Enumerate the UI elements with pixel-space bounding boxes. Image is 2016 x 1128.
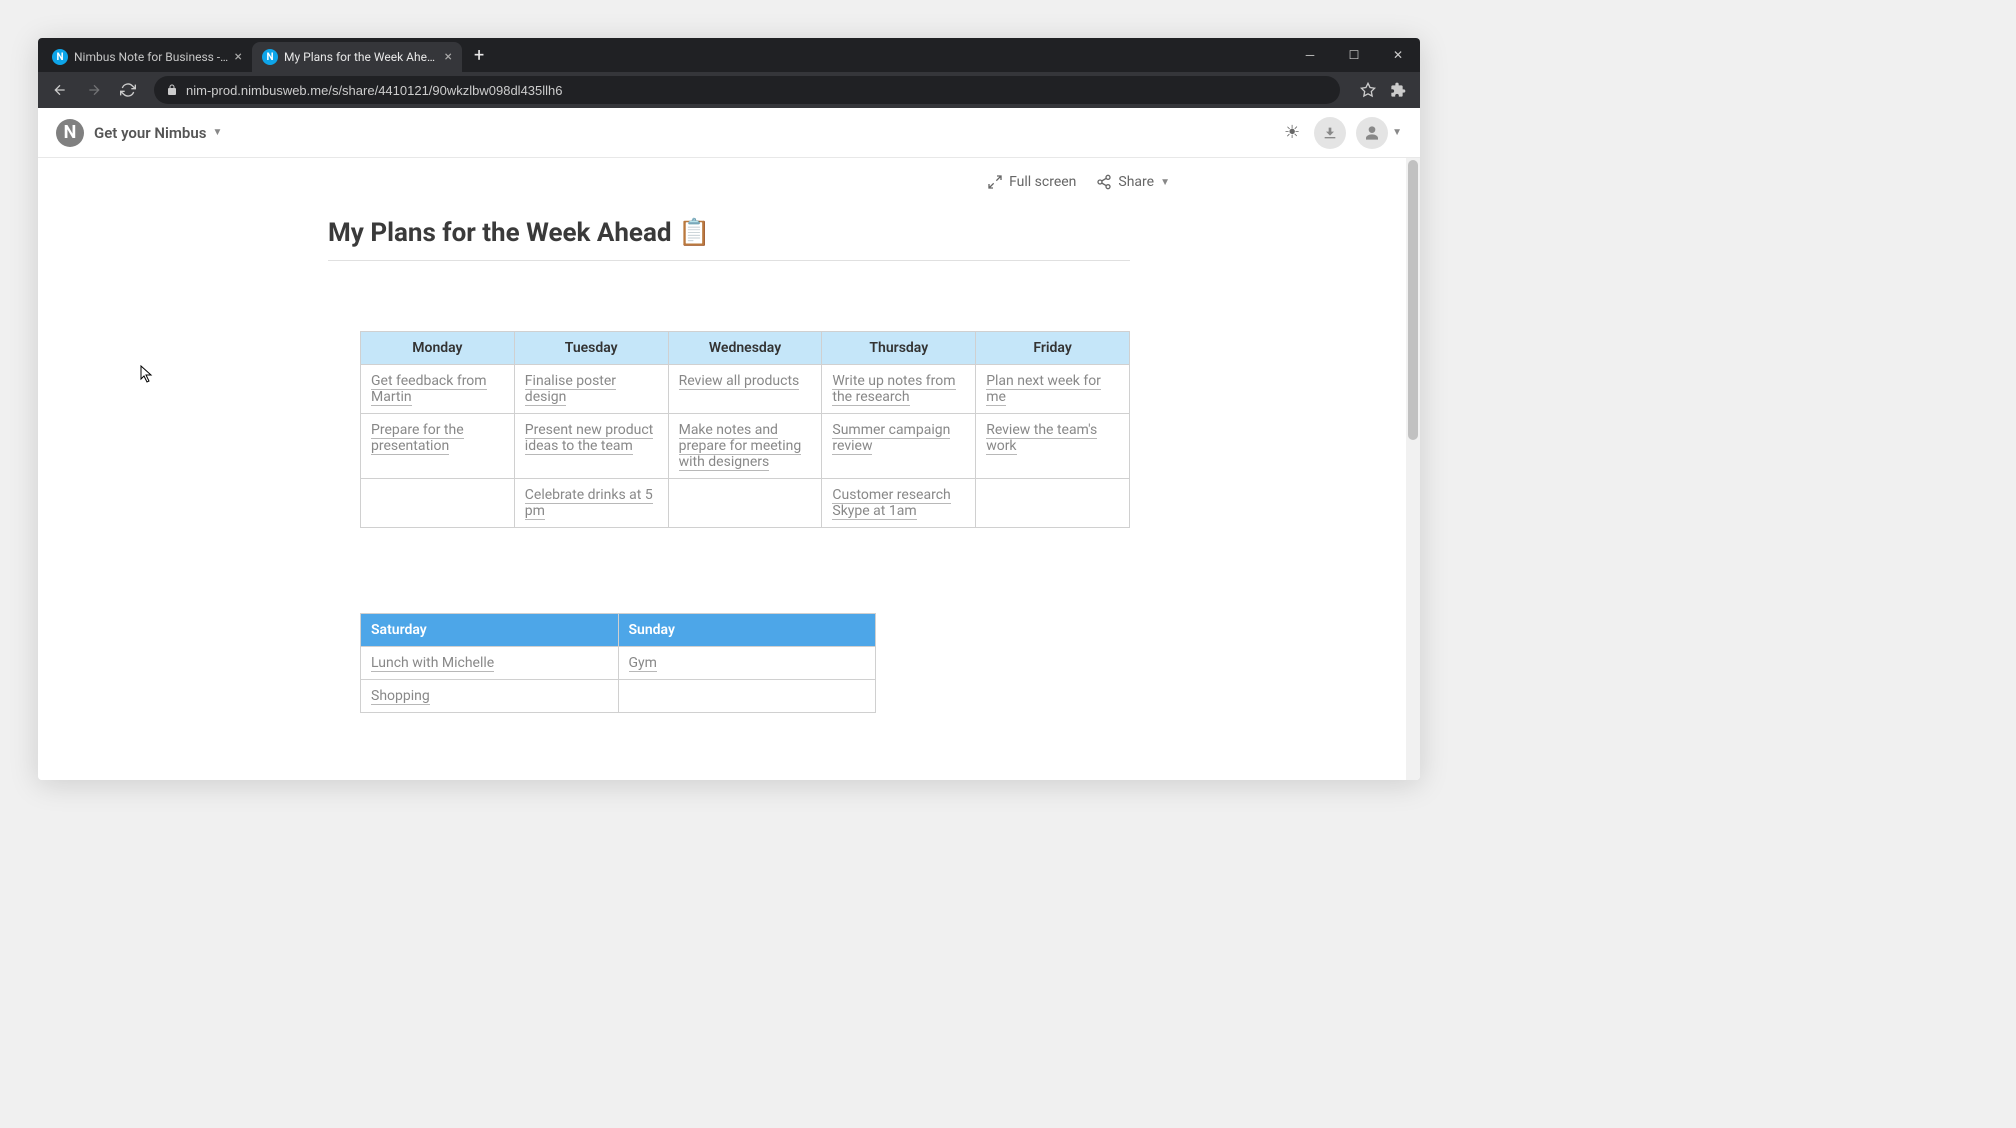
scrollbar-thumb[interactable]	[1408, 160, 1418, 440]
nav-bar: nim-prod.nimbusweb.me/s/share/4410121/90…	[38, 72, 1420, 108]
minimize-button[interactable]: ─	[1288, 38, 1332, 72]
close-icon[interactable]: ×	[445, 50, 452, 64]
column-header: Saturday	[361, 614, 619, 647]
table-cell[interactable]	[361, 479, 515, 528]
table-cell[interactable]: Plan next week for me	[976, 365, 1130, 414]
maximize-button[interactable]: ☐	[1332, 38, 1376, 72]
new-tab-button[interactable]: +	[462, 45, 496, 66]
table-cell[interactable]: Summer campaign review	[822, 414, 976, 479]
column-header: Wednesday	[668, 332, 822, 365]
back-button[interactable]	[46, 76, 74, 104]
table-cell[interactable]: Review the team's work	[976, 414, 1130, 479]
tab-favicon: N	[262, 49, 278, 65]
column-header: Friday	[976, 332, 1130, 365]
page-actions: Full screen Share ▼	[38, 158, 1420, 190]
table-cell[interactable]	[976, 479, 1130, 528]
browser-tab-1[interactable]: N Nimbus Note for Business - Org ×	[42, 42, 252, 72]
table-cell[interactable]: Get feedback from Martin	[361, 365, 515, 414]
tab-bar: N Nimbus Note for Business - Org × N My …	[38, 38, 1420, 72]
share-label: Share	[1118, 174, 1154, 190]
app-logo: N	[56, 119, 84, 147]
scrollbar[interactable]	[1406, 158, 1420, 780]
table-cell[interactable]: Present new product ideas to the team	[514, 414, 668, 479]
column-header: Monday	[361, 332, 515, 365]
page-title: My Plans for the Week Ahead 📋	[328, 190, 1130, 261]
user-menu[interactable]: ▼	[1356, 117, 1402, 149]
browser-tab-2[interactable]: N My Plans for the Week Ahead 📋 ×	[252, 42, 462, 72]
column-header: Thursday	[822, 332, 976, 365]
chevron-down-icon: ▼	[1160, 177, 1170, 188]
table-cell[interactable]: Shopping	[361, 680, 619, 713]
tab-favicon: N	[52, 49, 68, 65]
table-cell[interactable]: Customer research Skype at 1am	[822, 479, 976, 528]
lock-icon	[166, 81, 178, 100]
url-text: nim-prod.nimbusweb.me/s/share/4410121/90…	[186, 83, 563, 98]
weekend-table: Saturday Sunday Lunch with Michelle Gym …	[360, 613, 876, 713]
table-row: Lunch with Michelle Gym	[361, 647, 876, 680]
forward-button[interactable]	[80, 76, 108, 104]
table-cell[interactable]: Review all products	[668, 365, 822, 414]
table-cell[interactable]: Gym	[618, 647, 876, 680]
tab-title: Nimbus Note for Business - Org	[74, 50, 229, 64]
table-cell[interactable]	[668, 479, 822, 528]
share-button[interactable]: Share ▼	[1096, 174, 1170, 190]
table-cell[interactable]	[618, 680, 876, 713]
weekday-table: Monday Tuesday Wednesday Thursday Friday…	[360, 331, 1130, 528]
table-cell[interactable]: Lunch with Michelle	[361, 647, 619, 680]
download-button[interactable]	[1314, 117, 1346, 149]
app-header: N Get your Nimbus ▼ ☀ ▼	[38, 108, 1420, 158]
user-icon	[1356, 117, 1388, 149]
chevron-down-icon: ▼	[212, 127, 222, 138]
window-controls: ─ ☐ ✕	[1288, 38, 1420, 72]
table-cell[interactable]: Celebrate drinks at 5 pm	[514, 479, 668, 528]
table-row: Get feedback from Martin Finalise poster…	[361, 365, 1130, 414]
column-header: Tuesday	[514, 332, 668, 365]
chevron-down-icon: ▼	[1392, 127, 1402, 138]
brand-dropdown[interactable]: Get your Nimbus ▼	[94, 124, 222, 142]
table-row: Prepare for the presentation Present new…	[361, 414, 1130, 479]
table-cell[interactable]: Make notes and prepare for meeting with …	[668, 414, 822, 479]
close-icon[interactable]: ×	[235, 50, 242, 64]
table-row: Celebrate drinks at 5 pm Customer resear…	[361, 479, 1130, 528]
fullscreen-button[interactable]: Full screen	[987, 174, 1076, 190]
table-cell[interactable]: Finalise poster design	[514, 365, 668, 414]
theme-toggle[interactable]: ☀	[1280, 118, 1304, 147]
address-bar[interactable]: nim-prod.nimbusweb.me/s/share/4410121/90…	[154, 76, 1340, 104]
column-header: Sunday	[618, 614, 876, 647]
extensions-button[interactable]	[1384, 76, 1412, 104]
table-row: Shopping	[361, 680, 876, 713]
fullscreen-label: Full screen	[1009, 174, 1076, 190]
bookmark-button[interactable]	[1354, 76, 1382, 104]
table-cell[interactable]: Write up notes from the research	[822, 365, 976, 414]
browser-window: N Nimbus Note for Business - Org × N My …	[38, 38, 1420, 780]
reload-button[interactable]	[114, 76, 142, 104]
content-area: Full screen Share ▼ My Plans for the Wee…	[38, 158, 1420, 780]
tab-title: My Plans for the Week Ahead 📋	[284, 50, 439, 64]
table-cell[interactable]: Prepare for the presentation	[361, 414, 515, 479]
close-button[interactable]: ✕	[1376, 38, 1420, 72]
brand-label: Get your Nimbus	[94, 124, 206, 142]
